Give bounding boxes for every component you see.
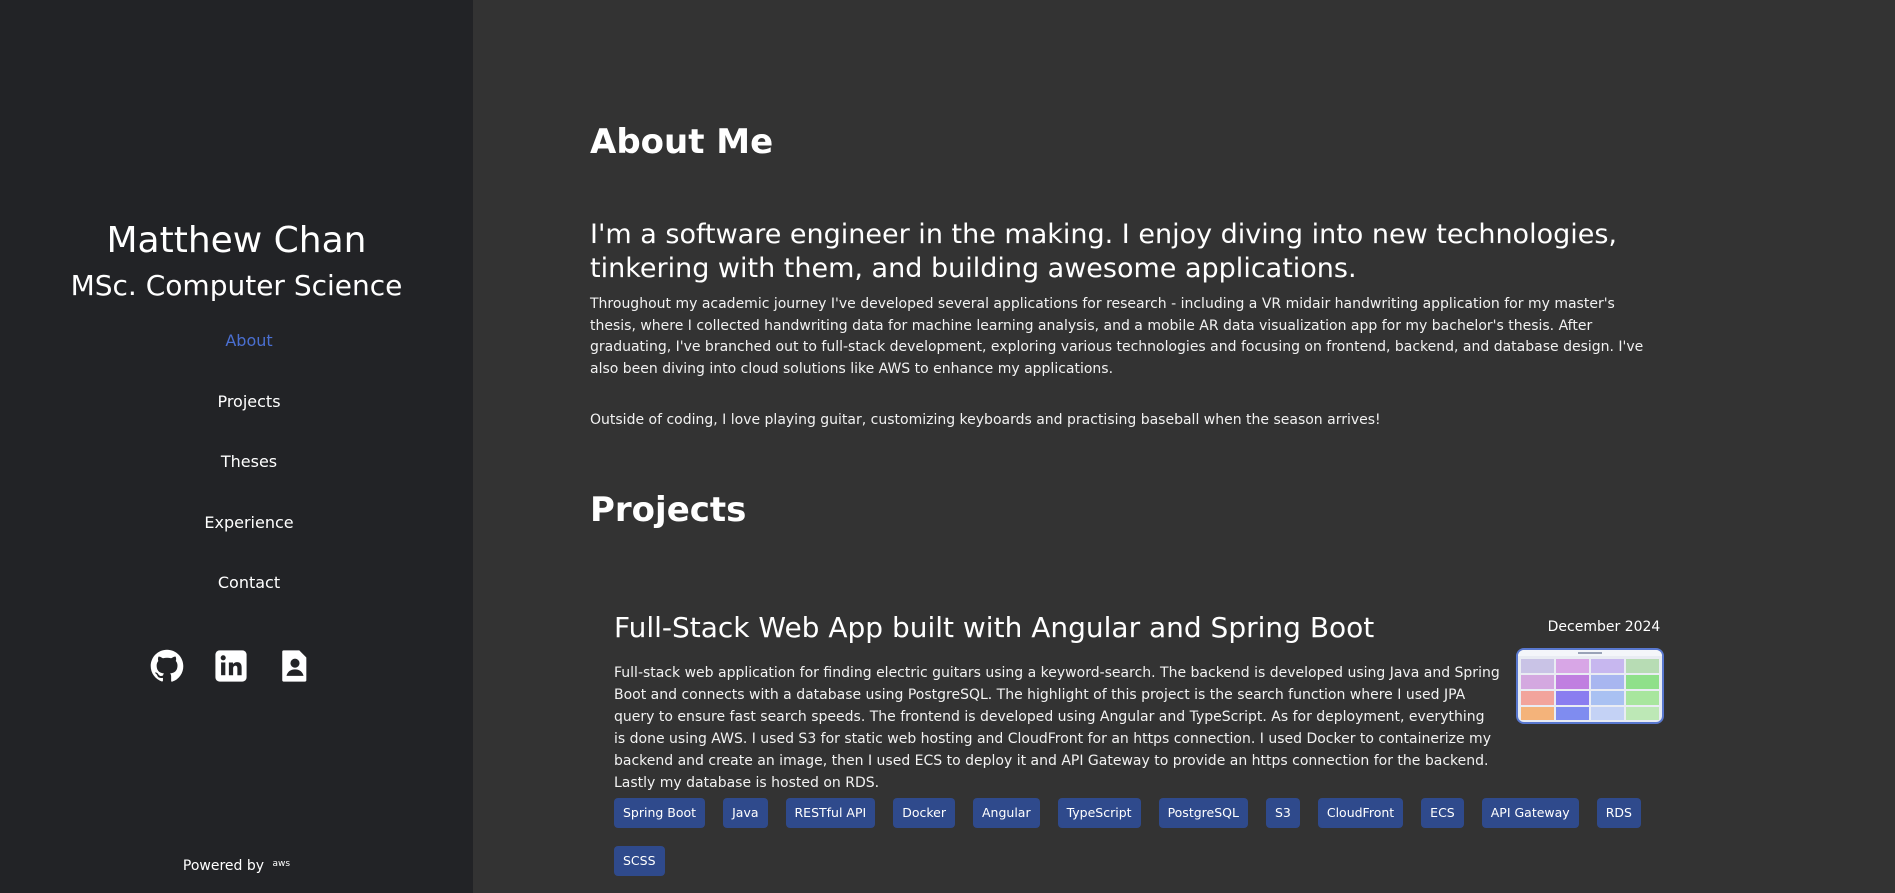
tag: SCSS bbox=[614, 846, 665, 876]
nav-item-contact[interactable]: Contact bbox=[0, 568, 498, 629]
tag: Java bbox=[723, 798, 768, 828]
about-body: Throughout my academic journey I've deve… bbox=[590, 296, 1644, 377]
projects-heading: Projects bbox=[590, 490, 747, 530]
nav-item-experience[interactable]: Experience bbox=[0, 508, 498, 569]
tag: Angular bbox=[972, 798, 1040, 828]
tag: ECS bbox=[1421, 798, 1464, 828]
github-icon[interactable] bbox=[150, 648, 184, 684]
tag: Docker bbox=[893, 798, 955, 828]
nav-item-theses[interactable]: Theses bbox=[0, 447, 498, 508]
sidebar: Matthew Chan MSc. Computer Science About… bbox=[0, 0, 473, 893]
about-extra: Outside of coding, I love playing guitar… bbox=[590, 412, 1381, 428]
tag: API Gateway bbox=[1481, 798, 1579, 828]
tag: CloudFront bbox=[1317, 798, 1404, 828]
nav-item-projects[interactable]: Projects bbox=[0, 387, 498, 448]
profile-name: Matthew Chan bbox=[106, 220, 367, 261]
project-tags: Spring Boot Java RESTful API Docker Angu… bbox=[614, 798, 1674, 876]
aws-logo: aws bbox=[272, 859, 291, 869]
resume-icon[interactable] bbox=[278, 648, 312, 684]
project-thumbnail[interactable] bbox=[1516, 648, 1664, 724]
project-title[interactable]: Full-Stack Web App built with Angular an… bbox=[614, 604, 1494, 652]
project-date: December 2024 bbox=[1547, 619, 1661, 635]
about-heading: About Me bbox=[590, 122, 774, 162]
project-description: Full-stack web application for finding e… bbox=[614, 665, 1500, 791]
sidebar-nav: About Projects Theses Experience Contact bbox=[0, 326, 498, 629]
social-links bbox=[150, 648, 312, 684]
nav-item-about[interactable]: About bbox=[0, 326, 498, 387]
tag: TypeScript bbox=[1057, 798, 1141, 828]
powered-by: Powered by aws bbox=[0, 856, 473, 876]
tag: RDS bbox=[1596, 798, 1641, 828]
tag: Spring Boot bbox=[614, 798, 706, 828]
tag: RESTful API bbox=[785, 798, 876, 828]
about-lead: I'm a software engineer in the making. I… bbox=[590, 219, 1618, 284]
powered-by-label: Powered by bbox=[182, 858, 265, 874]
profile-degree: MSc. Computer Science bbox=[70, 269, 403, 302]
tag: PostgreSQL bbox=[1158, 798, 1248, 828]
tag: S3 bbox=[1265, 798, 1300, 828]
linkedin-icon[interactable] bbox=[214, 648, 248, 684]
